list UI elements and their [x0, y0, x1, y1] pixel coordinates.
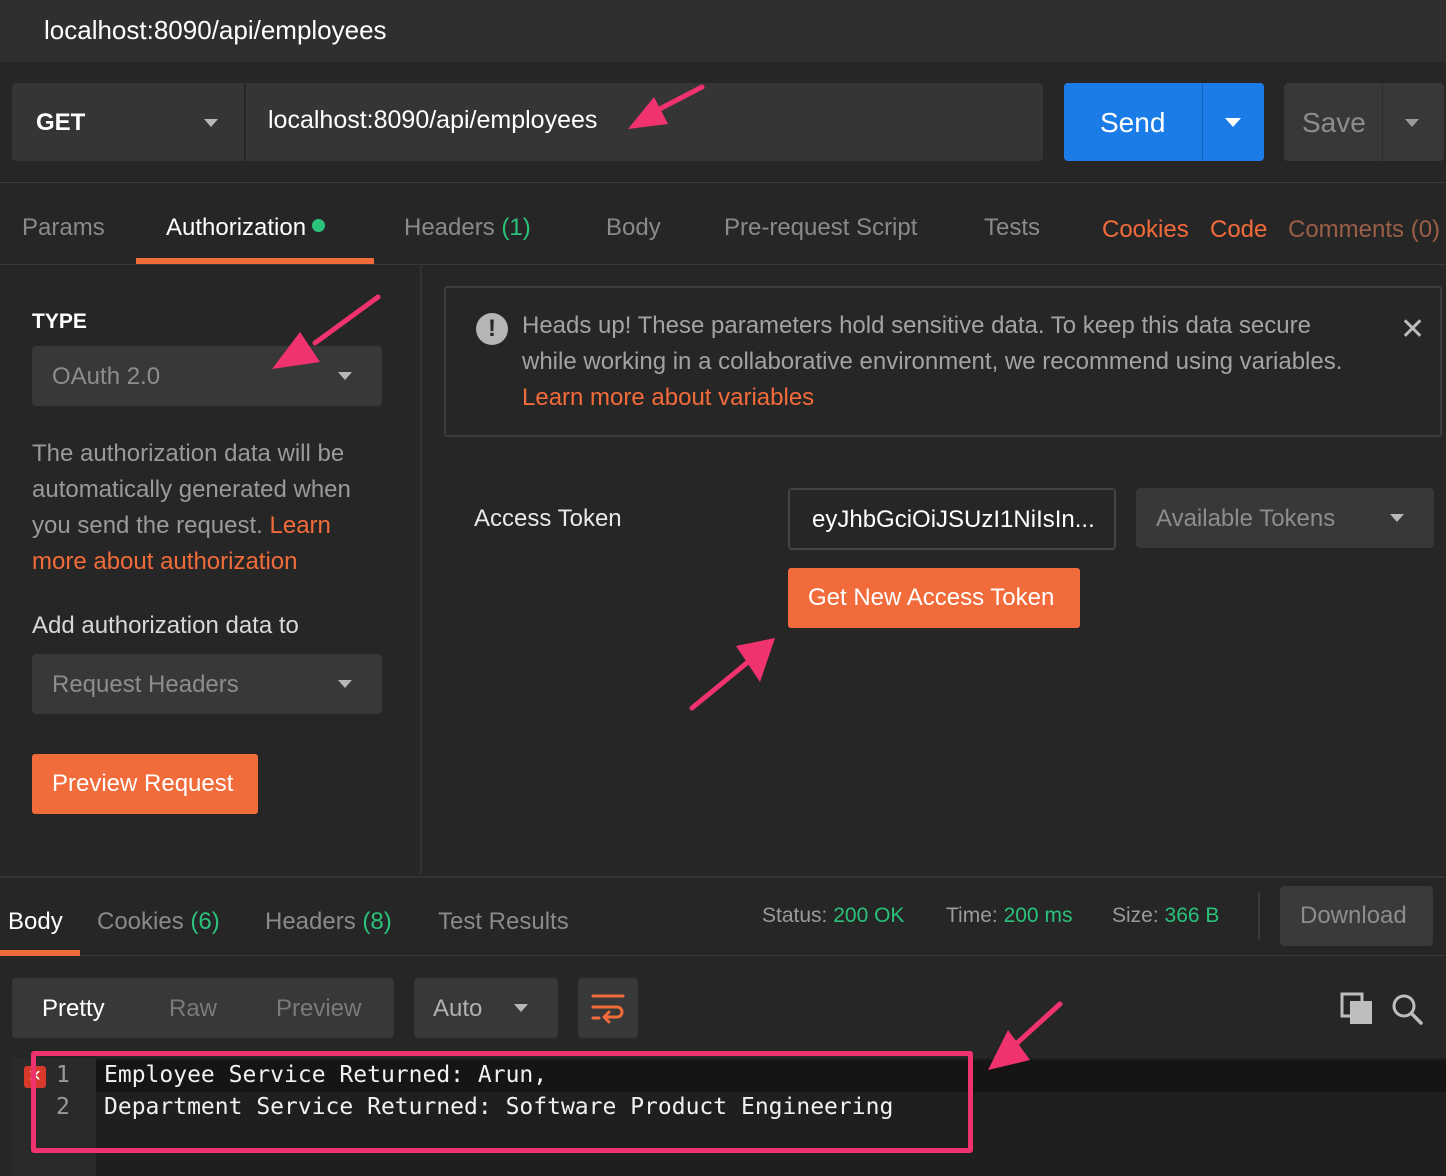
tab-authorization[interactable]: Authorization: [166, 214, 326, 242]
auth-type-label: TYPE: [32, 310, 87, 333]
view-preview[interactable]: Preview: [276, 995, 361, 1023]
tab-headers-count: (1): [501, 214, 531, 241]
comments-link[interactable]: Comments (0): [1288, 216, 1440, 244]
available-tokens-label: Available Tokens: [1156, 505, 1336, 532]
response-tab-test-results[interactable]: Test Results: [438, 908, 569, 936]
get-new-access-token-button[interactable]: Get New Access Token: [788, 568, 1080, 628]
status-value: 200 OK: [833, 904, 905, 927]
send-label: Send: [1100, 107, 1166, 138]
add-auth-to-select[interactable]: Request Headers: [32, 654, 382, 714]
time-value: 200 ms: [1003, 904, 1073, 927]
wrap-lines-button[interactable]: [578, 978, 638, 1038]
chevron-down-icon: [1390, 514, 1404, 522]
auth-status-dot-icon: [312, 219, 326, 232]
request-title[interactable]: localhost:8090/api/employees: [44, 15, 387, 46]
annotation-arrow-icon: [272, 294, 381, 369]
annotation-highlight-box: [31, 1051, 973, 1153]
available-tokens-select[interactable]: Available Tokens: [1136, 488, 1434, 548]
active-response-tab-indicator: [0, 950, 80, 956]
tab-params[interactable]: Params: [22, 214, 105, 242]
access-token-label: Access Token: [474, 505, 622, 532]
format-value: Auto: [433, 995, 483, 1022]
copy-icon[interactable]: [1340, 992, 1374, 1026]
chevron-down-icon: [514, 1004, 528, 1012]
tab-headers[interactable]: Headers (1): [404, 214, 531, 242]
response-time: Time: 200 ms: [946, 904, 1072, 928]
send-button[interactable]: Send: [1064, 83, 1264, 161]
auth-type-value: OAuth 2.0: [52, 363, 161, 390]
status-divider: [1258, 892, 1260, 940]
learn-more-variables-link[interactable]: Learn more about variables: [522, 384, 814, 411]
response-size: Size: 366 B: [1112, 904, 1219, 928]
chevron-down-icon: [204, 119, 218, 127]
annotation-arrow-icon: [628, 84, 705, 129]
send-dropdown-chevron-icon[interactable]: [1225, 118, 1241, 127]
auth-description: The authorization data will be automatic…: [32, 436, 392, 580]
view-pretty[interactable]: Pretty: [42, 995, 105, 1023]
save-divider: [1382, 83, 1383, 161]
response-view-toggle: Pretty Raw Preview: [12, 978, 394, 1038]
size-label: Size:: [1112, 904, 1159, 927]
response-tab-cookies-count: (6): [190, 908, 220, 935]
add-auth-to-label: Add authorization data to: [32, 612, 299, 639]
access-token-input[interactable]: eyJhbGciOiJSUzI1NiIsIn...: [788, 488, 1116, 550]
method-select[interactable]: GET: [12, 83, 244, 161]
annotation-arrow-icon: [988, 1001, 1063, 1070]
tab-headers-label: Headers: [404, 214, 495, 241]
title-bar: localhost:8090/api/employees: [0, 0, 1446, 62]
response-tab-cookies[interactable]: Cookies (6): [97, 908, 220, 936]
preview-request-button[interactable]: Preview Request: [32, 754, 258, 814]
notice-message: Heads up! These parameters hold sensitiv…: [522, 312, 1343, 375]
size-value: 366 B: [1164, 904, 1220, 927]
tab-body[interactable]: Body: [606, 214, 661, 242]
response-tabs: Body Cookies (6) Headers (8) Test Result…: [0, 876, 1446, 956]
tab-prerequest-script[interactable]: Pre-request Script: [724, 214, 917, 242]
send-divider: [1202, 83, 1203, 161]
save-button[interactable]: Save: [1284, 83, 1444, 161]
response-tab-headers[interactable]: Headers (8): [265, 908, 392, 936]
wrap-lines-icon: [591, 994, 625, 1024]
search-icon[interactable]: [1390, 992, 1424, 1026]
notice-text: Heads up! These parameters hold sensitiv…: [522, 308, 1372, 416]
response-tab-headers-label: Headers: [265, 908, 356, 935]
view-raw[interactable]: Raw: [169, 995, 217, 1023]
status-label: Status:: [762, 904, 828, 927]
tab-authorization-label: Authorization: [166, 214, 307, 241]
info-exclamation-icon: !: [476, 313, 508, 345]
method-value: GET: [36, 109, 86, 136]
response-tab-body[interactable]: Body: [8, 908, 63, 936]
code-link[interactable]: Code: [1210, 216, 1267, 244]
response-status: Status: 200 OK: [762, 904, 904, 928]
active-tab-indicator: [136, 258, 374, 264]
tab-tests[interactable]: Tests: [984, 214, 1040, 242]
response-tab-cookies-label: Cookies: [97, 908, 184, 935]
add-auth-to-value: Request Headers: [52, 671, 239, 698]
chevron-down-icon: [338, 680, 352, 688]
sensitive-data-notice: ! Heads up! These parameters hold sensit…: [444, 286, 1442, 437]
time-label: Time:: [946, 904, 998, 927]
download-button[interactable]: Download: [1280, 886, 1433, 946]
save-label: Save: [1302, 107, 1366, 138]
cookies-link[interactable]: Cookies: [1102, 216, 1189, 244]
response-tab-headers-count: (8): [362, 908, 392, 935]
close-icon[interactable]: ✕: [1400, 312, 1425, 347]
annotation-arrow-icon: [689, 638, 775, 711]
request-tabs: Params Authorization Headers (1) Body Pr…: [0, 184, 1446, 265]
save-dropdown-chevron-icon[interactable]: [1405, 119, 1419, 127]
format-select[interactable]: Auto: [414, 978, 558, 1038]
